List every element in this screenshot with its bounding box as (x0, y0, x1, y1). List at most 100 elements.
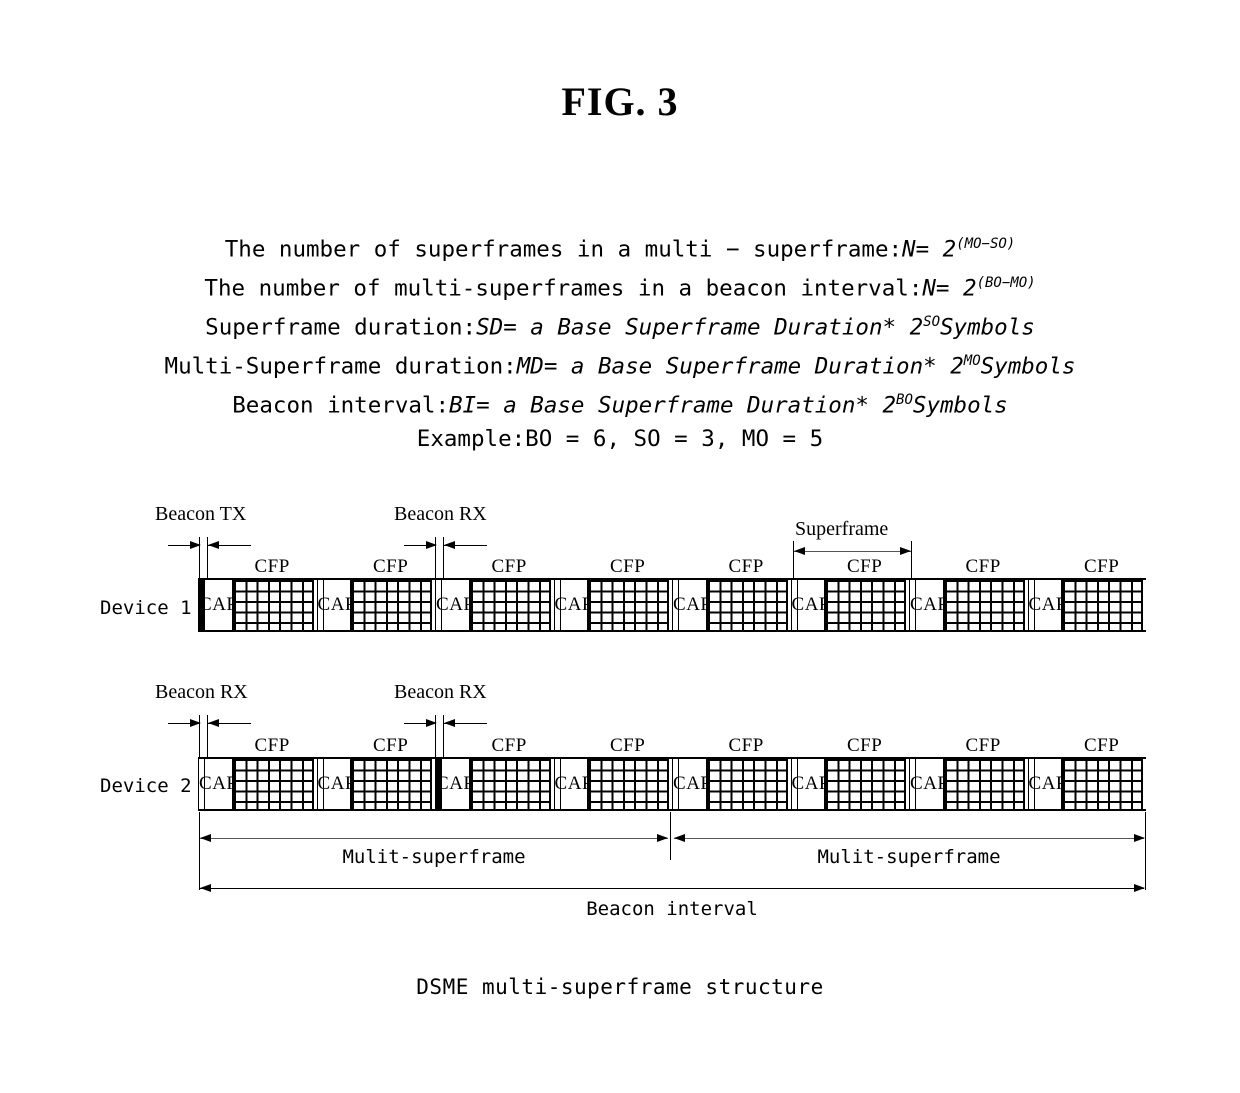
superframe-device-1-7: CAP (1027, 580, 1147, 630)
superframe-device-2-5: CAP (790, 759, 910, 809)
beacon-interval-label: Beacon interval (586, 898, 758, 920)
cfp-block-device-2-0 (231, 759, 314, 809)
beacon-rx-arrow-right-device-1 (426, 541, 437, 549)
superframe-device-2-0: CAP (198, 759, 317, 809)
cfp-block-device-1-7 (1061, 580, 1143, 630)
multi-superframe-1-arrow-right (657, 834, 668, 842)
cfp-label-device-2-2: CFP (491, 735, 527, 756)
superframe-device-2-2: CAP (435, 759, 554, 809)
device-2-timeline: CAP CAP CAP CAP CAP CAP CAP CAP (198, 757, 1146, 811)
cfp-label-device-2-4: CFP (728, 735, 764, 756)
multi-superframe-1-label: Mulit-superframe (342, 846, 526, 868)
beacon-tx-arrow-right-device-1 (190, 541, 201, 549)
cap-block-device-1-5: CAP (792, 580, 829, 630)
superframe-device-2-4: CAP (672, 759, 791, 809)
superframe-bracket-tick-right (911, 541, 912, 579)
cfp-block-device-2-6 (942, 759, 1025, 809)
cfp-label-device-2-5: CFP (847, 735, 883, 756)
beacon-rx-2-arrow-left-device-2 (444, 719, 455, 727)
cfp-block-device-1-5 (824, 580, 906, 630)
cap-block-device-1-3: CAP (555, 580, 592, 630)
superframe-device-2-3: CAP (553, 759, 673, 809)
cap-block-device-2-7: CAP (1029, 759, 1066, 809)
superframe-bracket-arrow-right (900, 547, 911, 555)
cfp-block-device-1-4 (705, 580, 788, 630)
superframe-device-1-5: CAP (790, 580, 910, 630)
cfp-block-device-2-3 (587, 759, 669, 809)
cfp-label-device-2-7: CFP (1084, 735, 1120, 756)
multi-superframe-2-label: Mulit-superframe (817, 846, 1001, 868)
superframe-device-1-0: CAP (198, 580, 317, 630)
span-tick-middle (670, 812, 671, 860)
cfp-label-device-1-3: CFP (610, 556, 646, 577)
cfp-block-device-1-0 (231, 580, 314, 630)
cfp-label-device-2-6: CFP (965, 735, 1001, 756)
cfp-block-device-2-1 (350, 759, 432, 809)
cfp-label-device-1-7: CFP (1084, 556, 1120, 577)
multi-superframe-1-line (200, 838, 668, 839)
cfp-label-device-1-5: CFP (847, 556, 883, 577)
cfp-block-device-1-6 (942, 580, 1025, 630)
figure-caption: DSME multi-superframe structure (416, 975, 824, 999)
cap-block-device-2-1: CAP (318, 759, 355, 809)
multi-superframe-2-arrow-right (1134, 834, 1145, 842)
multi-superframe-2-arrow-left (674, 834, 685, 842)
cfp-block-device-2-7 (1061, 759, 1143, 809)
beacon-rx-1-arrow-right-device-2 (190, 719, 201, 727)
multi-superframe-1-arrow-left (200, 834, 211, 842)
beacon-tx-arrow-left-device-1 (208, 541, 219, 549)
cap-block-device-1-0: CAP (199, 580, 237, 630)
cap-block-device-2-4: CAP (673, 759, 711, 809)
cap-block-device-2-6: CAP (910, 759, 948, 809)
beacon-rx-callout-label-device-1: Beacon RX (394, 503, 487, 525)
beacon-rx-1-callout-label-device-2: Beacon RX (155, 681, 248, 703)
dsme-timeline-diagram: Device 1 Device 2 CAP CAP CAP CAP CAP CAP CAP C… (0, 0, 1240, 1093)
cfp-block-device-2-4 (705, 759, 788, 809)
cap-block-device-2-2: CAP (436, 759, 474, 809)
beacon-rx-arrow-left-device-1 (444, 541, 455, 549)
span-tick-end (1145, 812, 1146, 890)
cap-block-device-2-5: CAP (792, 759, 829, 809)
cap-block-device-2-0: CAP (199, 759, 237, 809)
superframe-device-1-1: CAP (316, 580, 436, 630)
device-1-timeline: CAP CAP CAP CAP CAP CAP CAP CAP (198, 578, 1146, 632)
cfp-label-device-1-0: CFP (254, 556, 290, 577)
cap-block-device-2-3: CAP (555, 759, 592, 809)
cfp-label-device-1-4: CFP (728, 556, 764, 577)
superframe-bracket-label: Superframe (795, 518, 889, 540)
cfp-block-device-2-2 (468, 759, 551, 809)
cfp-block-device-1-1 (350, 580, 432, 630)
cfp-label-device-2-3: CFP (610, 735, 646, 756)
beacon-rx-2-arrow-right-device-2 (426, 719, 437, 727)
device-1-label: Device 1 (100, 597, 192, 619)
superframe-bracket-arrow-left (794, 547, 805, 555)
patent-figure-page: FIG. 3 The number of superframes in a mu… (0, 0, 1240, 1093)
beacon-rx-1-arrow-left-device-2 (208, 719, 219, 727)
beacon-interval-arrow-right (1134, 884, 1145, 892)
cfp-block-device-1-2 (468, 580, 551, 630)
cap-block-device-1-4: CAP (673, 580, 711, 630)
cfp-label-device-1-2: CFP (491, 556, 527, 577)
cfp-label-device-1-6: CFP (965, 556, 1001, 577)
cfp-label-device-2-1: CFP (373, 735, 409, 756)
cfp-label-device-1-1: CFP (373, 556, 409, 577)
beacon-rx-2-callout-label-device-2: Beacon RX (394, 681, 487, 703)
superframe-device-2-6: CAP (909, 759, 1028, 809)
cap-block-device-1-6: CAP (910, 580, 948, 630)
beacon-tx-callout-label-device-1: Beacon TX (155, 503, 247, 525)
cap-block-device-1-2: CAP (436, 580, 474, 630)
superframe-device-1-3: CAP (553, 580, 673, 630)
superframe-device-1-4: CAP (672, 580, 791, 630)
device-2-label: Device 2 (100, 775, 192, 797)
cfp-block-device-1-3 (587, 580, 669, 630)
cap-block-device-1-7: CAP (1029, 580, 1066, 630)
superframe-device-1-2: CAP (435, 580, 554, 630)
beacon-interval-line (200, 888, 1144, 889)
superframe-device-2-7: CAP (1027, 759, 1147, 809)
cap-block-device-1-1: CAP (318, 580, 355, 630)
cfp-label-device-2-0: CFP (254, 735, 290, 756)
superframe-device-1-6: CAP (909, 580, 1028, 630)
cfp-block-device-2-5 (824, 759, 906, 809)
superframe-bracket-line (794, 551, 911, 552)
multi-superframe-2-line (674, 838, 1144, 839)
